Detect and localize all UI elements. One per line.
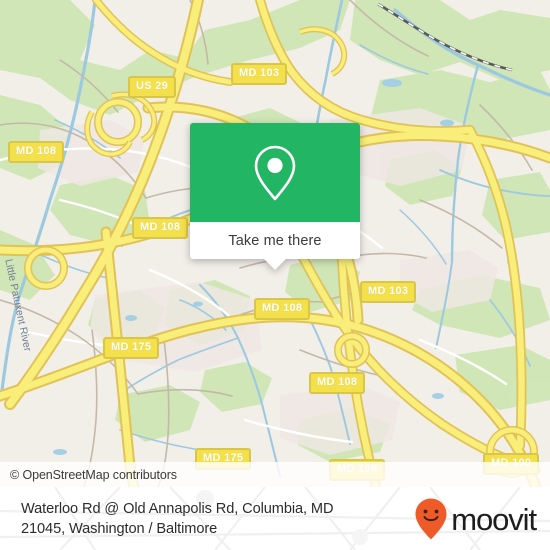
station-popup-card[interactable]: Take me there [190, 123, 360, 270]
take-me-there-button[interactable]: Take me there [228, 233, 321, 249]
moovit-wordmark: moovit [451, 502, 537, 537]
address-line-2: 21045, Washington / Baltimore [21, 520, 218, 537]
moovit-station-map-screen: US 29 MD 103 MD 108 MD 108 MD 103 MD 108… [0, 0, 550, 550]
road-shield: MD 108 [309, 372, 366, 394]
popup-footer[interactable]: Take me there [190, 222, 360, 270]
popup-pointer [264, 259, 286, 270]
address-line-1: Waterloo Rd @ Old Annapolis Rd, Columbia… [21, 500, 334, 517]
road-shield: MD 108 [254, 298, 311, 320]
road-shield: MD 175 [103, 337, 160, 359]
moovit-logo[interactable]: moovit [414, 497, 537, 541]
road-shield: MD 108 [132, 217, 189, 239]
popup-header [190, 123, 360, 222]
osm-attribution-text: © OpenStreetMap contributors [10, 467, 177, 482]
road-shield: US 29 [128, 76, 177, 98]
page-footer: Waterloo Rd @ Old Annapolis Rd, Columbia… [0, 487, 550, 550]
moovit-pin-icon [415, 498, 447, 539]
station-address: Waterloo Rd @ Old Annapolis Rd, Columbia… [21, 499, 334, 539]
road-shield: MD 103 [360, 281, 417, 303]
osm-attribution-bar: © OpenStreetMap contributors [0, 462, 550, 487]
road-shield: MD 108 [8, 141, 65, 163]
map-pin-icon [254, 145, 296, 200]
road-shield: MD 103 [231, 63, 288, 85]
